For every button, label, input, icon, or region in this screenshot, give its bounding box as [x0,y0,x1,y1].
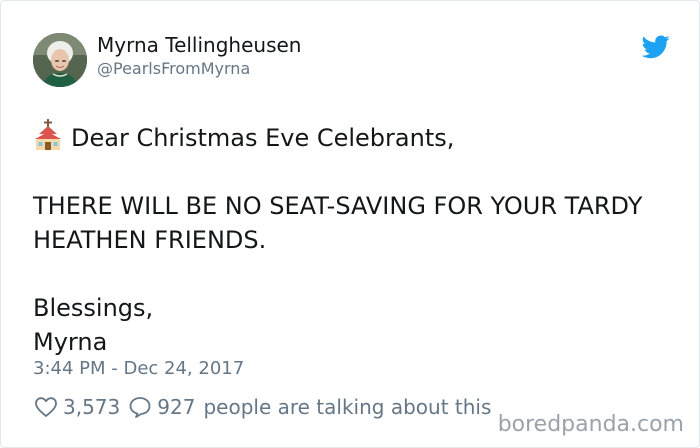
author-handle[interactable]: @PearlsFromMyrna [97,59,250,79]
watermark: boredpanda.com [497,412,684,437]
twitter-bird-icon[interactable] [641,35,670,59]
tweet-line-text: Dear Christmas Eve Celebrants, [71,124,455,152]
tweet-line-1: Dear Christmas Eve Celebrants, [33,119,673,155]
tweet-card: Myrna Tellingheusen @PearlsFromMyrna Dea… [0,0,700,448]
church-icon [33,119,63,151]
tweet-line-5 [33,257,673,291]
tweet-line-7: Myrna [33,328,108,356]
avatar[interactable] [33,33,87,87]
tweet-line-4: HEATHEN FRIENDS. [33,226,267,254]
author-display-name[interactable]: Myrna Tellingheusen [97,33,301,57]
tweet-text: Dear Christmas Eve Celebrants, THERE WIL… [33,119,673,359]
tweet-timestamp[interactable]: 3:44 PM - Dec 24, 2017 [33,358,244,380]
reply-bubble-icon[interactable] [128,395,152,419]
engagement-footer: 3,573 927 people are talking about this [34,394,491,420]
tweet-line-2 [33,155,673,189]
talking-about-text[interactable]: people are talking about this [203,395,491,419]
avatar-photo [33,33,87,87]
tweet-line-6: Blessings, [33,294,154,322]
reply-count[interactable]: 927 [157,395,195,419]
tweet-line-3: THERE WILL BE NO SEAT-SAVING FOR YOUR TA… [33,192,643,220]
like-count[interactable]: 3,573 [63,395,120,419]
heart-icon[interactable] [34,395,58,419]
